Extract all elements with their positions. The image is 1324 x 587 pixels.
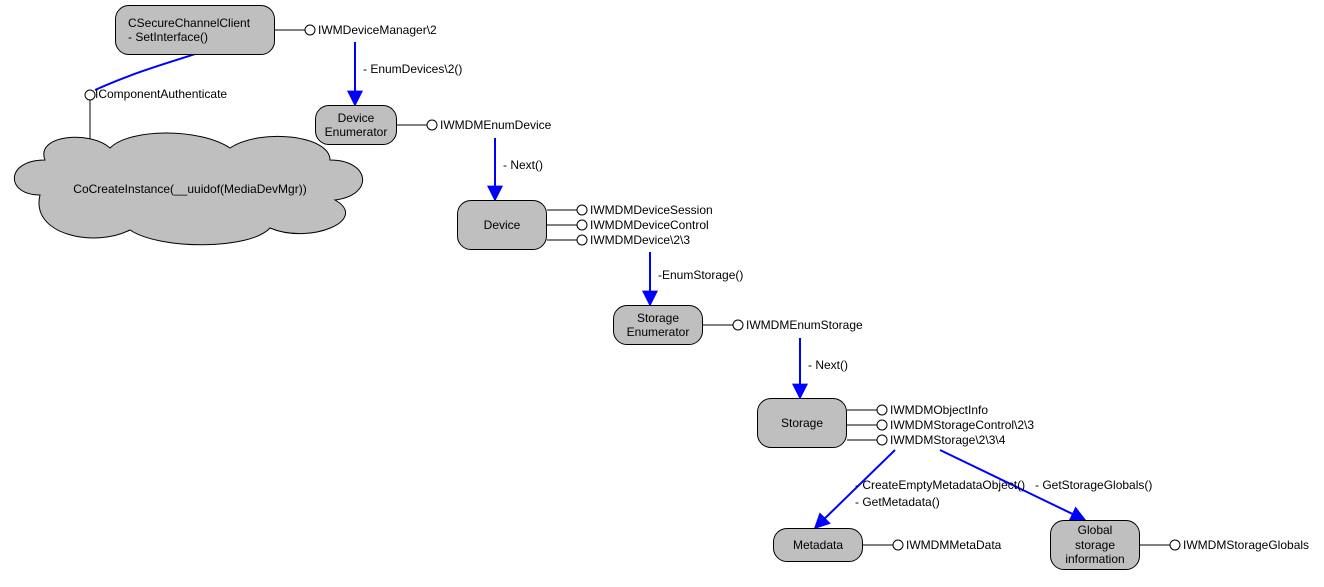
interface-iwmdmobjectinfo: IWMDMObjectInfo [890, 403, 988, 417]
method-next-1: - Next() [503, 158, 543, 172]
method-getmetadata: - GetMetadata() [855, 495, 940, 509]
method-next-2: - Next() [808, 358, 848, 372]
node-device: Device [457, 200, 547, 250]
node-storage-enumerator-label: Storage Enumerator [627, 311, 690, 340]
interface-icomponentauthenticate: IComponentAuthenticate [95, 87, 227, 101]
node-secure-channel-client: CSecureChannelClient - SetInterface() [115, 5, 275, 55]
node-metadata-label: Metadata [793, 538, 843, 552]
node-device-enumerator: Device Enumerator [315, 105, 397, 145]
interface-iwmdmdevicesession: IWMDMDeviceSession [590, 203, 713, 217]
interface-iwmdmmetadata: IWMDMMetaData [906, 538, 1001, 552]
interface-iwmdmstoragecontrol: IWMDMStorageControl\2\3 [890, 418, 1034, 432]
node-cocreateinstance: CoCreateInstance(__uuidof(MediaDevMgr)) [35, 182, 345, 196]
node-cocreateinstance-label: CoCreateInstance(__uuidof(MediaDevMgr)) [73, 182, 306, 196]
interface-iwmdmstorage234: IWMDMStorage\2\3\4 [890, 433, 1005, 447]
node-storage-enumerator: Storage Enumerator [613, 305, 703, 345]
interface-iwmdmenumstorage: IWMDMEnumStorage [746, 318, 863, 332]
method-createemptymetadataobject: - CreateEmptyMetadataObject() [855, 478, 1025, 492]
node-device-enumerator-label: Device Enumerator [325, 111, 388, 140]
method-enumdevices: - EnumDevices\2() [363, 62, 462, 76]
interface-iwmdmdevicecontrol: IWMDMDeviceControl [590, 218, 709, 232]
node-storage-label: Storage [781, 416, 823, 430]
interface-iwmdmstorageglobals: IWMDMStorageGlobals [1183, 538, 1309, 552]
interface-iwmdmdevice23: IWMDMDevice\2\3 [590, 233, 690, 247]
node-secure-channel-client-label: CSecureChannelClient - SetInterface() [128, 16, 250, 45]
interface-iwmdmenumdevice: IWMDMEnumDevice [440, 118, 551, 132]
node-metadata: Metadata [773, 528, 863, 562]
interface-iwmdevicemanager: IWMDeviceManager\2 [318, 23, 437, 37]
node-global-storage-information: Global storage information [1050, 520, 1140, 570]
diagram-canvas: CSecureChannelClient - SetInterface() Co… [0, 0, 1324, 587]
method-getstorageglobals: - GetStorageGlobals() [1035, 478, 1152, 492]
node-global-storage-information-label: Global storage information [1065, 523, 1124, 566]
node-storage: Storage [757, 398, 847, 448]
node-device-label: Device [484, 218, 521, 232]
method-enumstorage: -EnumStorage() [658, 268, 743, 282]
